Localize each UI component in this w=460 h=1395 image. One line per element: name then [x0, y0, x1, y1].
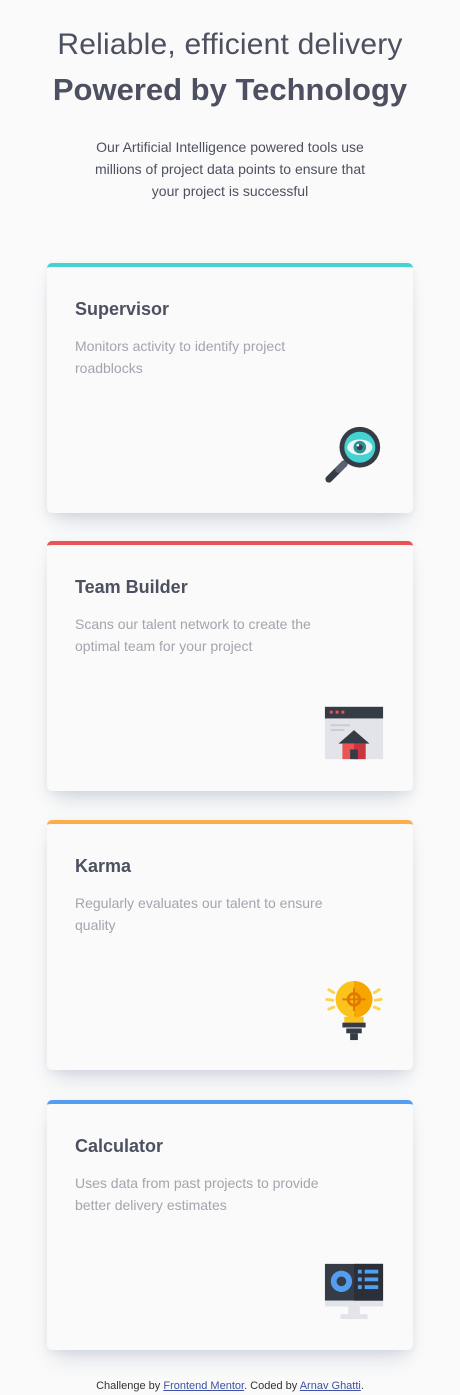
card-title: Calculator	[75, 1136, 164, 1156]
footer-suffix: .	[360, 1380, 364, 1392]
card-supervisor: Supervisor Monitors activity to identify…	[47, 263, 413, 513]
lightbulb-icon	[323, 980, 385, 1042]
browser-house-icon	[323, 701, 385, 763]
card-karma: Karma Regularly evaluates our talent to …	[47, 820, 413, 1070]
card-description: Uses data from past projects to provide …	[75, 1175, 319, 1213]
card-title: Karma	[75, 856, 132, 876]
card-title: Team Builder	[75, 577, 188, 597]
card-title: Supervisor	[75, 299, 170, 319]
monitor-chart-icon	[323, 1260, 385, 1322]
footer-prefix: Challenge by	[96, 1380, 161, 1392]
magnifier-eye-icon	[323, 423, 385, 485]
card-description: Monitors activity to identify project ro…	[75, 338, 286, 376]
card-description: Regularly evaluates our talent to ensure…	[75, 895, 323, 933]
frontend-mentor-link[interactable]: Frontend Mentor	[163, 1380, 244, 1392]
card-description: Scans our talent network to create the o…	[75, 616, 311, 654]
page-subtitle: Our Artificial Intelligence powered tool…	[94, 139, 366, 199]
page-title-bold: Powered by Technology	[52, 72, 408, 107]
page-title-light: Reliable, efficient delivery	[57, 28, 403, 61]
card-team-builder: Team Builder Scans our talent network to…	[47, 541, 413, 791]
author-link[interactable]: Arnav Ghatti	[300, 1380, 361, 1392]
footer: Challenge by Frontend Mentor. Coded by A…	[0, 1380, 460, 1392]
footer-middle: . Coded by	[244, 1380, 298, 1392]
card-calculator: Calculator Uses data from past projects …	[47, 1100, 413, 1350]
